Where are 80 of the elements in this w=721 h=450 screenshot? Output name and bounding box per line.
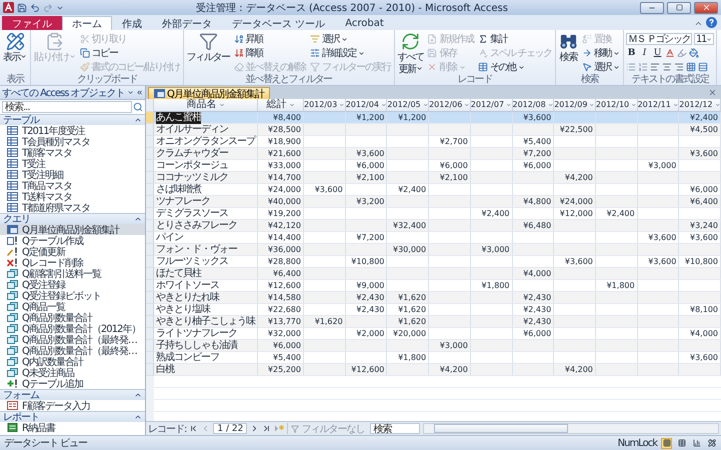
- ribbon-button[interactable]: 移動: [580, 46, 622, 60]
- nav-item[interactable]: Q商品別数量合計（2012年）: [0, 323, 145, 334]
- nav-item[interactable]: Q商品別数量合計: [0, 312, 145, 323]
- group-label: 検索: [580, 74, 600, 85]
- ribbon-tab[interactable]: 外部データ: [152, 16, 222, 30]
- nav-item[interactable]: T受注明細: [0, 169, 145, 180]
- column-header[interactable]: 2012/10: [596, 99, 638, 112]
- nav-item[interactable]: Qテーブル追加: [0, 378, 145, 389]
- column-header[interactable]: 商品名: [154, 99, 258, 112]
- nav-item[interactable]: F顧客データ入力: [0, 400, 145, 411]
- nav-item[interactable]: T商品マスタ: [0, 180, 145, 191]
- window-title: 受注管理 : データベース (Access 2007 - 2010) - Microsoft Access: [195, 2, 509, 14]
- nav-item[interactable]: Q商品一覧: [0, 301, 145, 312]
- numlock-indicator: NumLock: [618, 438, 657, 448]
- column-header[interactable]: 2012/06: [429, 99, 471, 112]
- ribbon-button[interactable]: 表示: [2, 32, 28, 63]
- column-header[interactable]: 2012/12: [679, 99, 721, 112]
- section-header[interactable]: テーブル: [0, 114, 145, 125]
- nav-item[interactable]: Q商品別数量合計（最終発…: [0, 334, 145, 345]
- nav-item[interactable]: Q未受注商品: [0, 367, 145, 378]
- section-header[interactable]: クエリ: [0, 213, 145, 224]
- ribbon-tab[interactable]: 作成: [112, 16, 152, 30]
- column-header[interactable]: 2012/07: [470, 99, 512, 112]
- nav-item[interactable]: T2011年度受注: [0, 125, 145, 136]
- font-style-button[interactable]: U: [652, 47, 664, 59]
- search-field[interactable]: 検索...: [2, 101, 132, 113]
- nav-item[interactable]: Qテーブル作成: [0, 235, 145, 246]
- column-header[interactable]: 2012/05: [387, 99, 430, 112]
- column-header[interactable]: 2012/08: [512, 99, 554, 112]
- ribbon-button[interactable]: 降順: [232, 46, 307, 60]
- nav-item[interactable]: T会員種別マスタ: [0, 136, 145, 147]
- nav-item[interactable]: Q顧客割引送料一覧: [0, 268, 145, 279]
- group-label: クリップボード: [76, 74, 138, 85]
- font-style-button[interactable]: B: [626, 47, 638, 59]
- font-name-field[interactable]: ＭＳ Ｐゴシック: [626, 33, 692, 45]
- nav-item[interactable]: Qレコード削除: [0, 257, 145, 268]
- group-label: テキストの書式設定: [630, 74, 710, 85]
- nav-item[interactable]: T受注: [0, 158, 145, 169]
- nav-item[interactable]: T顧客マスタ: [0, 147, 145, 158]
- font-size-field[interactable]: 11: [694, 33, 714, 45]
- nav-item[interactable]: Q定価更新: [0, 246, 145, 257]
- ribbon-tab[interactable]: ファイル: [2, 16, 62, 30]
- nav-item[interactable]: R納品書: [0, 422, 145, 433]
- ribbon-button[interactable]: コピー: [78, 46, 181, 60]
- group-label: 表示: [6, 74, 26, 85]
- column-header[interactable]: 2012/09: [554, 99, 596, 112]
- section-header[interactable]: フォーム: [0, 389, 145, 400]
- nav-item[interactable]: Q受注登録: [0, 279, 145, 290]
- ribbon-tab[interactable]: データベース ツール: [222, 16, 336, 30]
- document-tab[interactable]: Q月単位商品別金額集計: [148, 87, 270, 99]
- column-header[interactable]: 総計: [258, 99, 304, 112]
- ribbon-button[interactable]: 検索: [558, 32, 579, 63]
- column-header[interactable]: 2012/03: [304, 99, 346, 112]
- ribbon-tab[interactable]: ホーム: [62, 16, 112, 30]
- nav-item[interactable]: Q商品別数量合計（最終発…: [0, 345, 145, 356]
- ribbon-button[interactable]: 集計: [476, 32, 553, 46]
- record-position-field[interactable]: 1 / 22: [213, 423, 248, 434]
- group-label: 並べ替えとフィルター: [244, 74, 334, 85]
- nav-item[interactable]: T送料マスタ: [0, 191, 145, 202]
- column-header[interactable]: 2012/04: [346, 99, 388, 112]
- nav-item[interactable]: Q月単位商品別金額集計: [0, 224, 145, 235]
- font-style-button[interactable]: I: [639, 47, 650, 59]
- ribbon-button[interactable]: フィルター: [186, 32, 231, 63]
- ribbon-button[interactable]: すべて 更新: [396, 32, 424, 75]
- group-label: レコード: [456, 74, 493, 85]
- ribbon-button[interactable]: その他: [476, 60, 553, 74]
- ribbon-button[interactable]: 選択: [308, 32, 392, 46]
- record-label: レコード:: [148, 422, 186, 436]
- search-field[interactable]: 検索: [370, 423, 420, 434]
- status-text: データシート ビュー: [4, 437, 88, 450]
- nav-item[interactable]: Q内訳数量合計: [0, 356, 145, 367]
- ribbon-tab[interactable]: Acrobat: [335, 16, 394, 30]
- section-header[interactable]: レポート: [0, 411, 145, 422]
- nav-pane-title: すべての Access オブジェクト: [2, 86, 125, 100]
- ribbon-button[interactable]: 昇順: [232, 32, 307, 46]
- nav-item[interactable]: T都道府県マスタ: [0, 202, 145, 213]
- column-header[interactable]: 2012/11: [638, 99, 680, 112]
- nav-item[interactable]: Q受注登録ピボット: [0, 290, 145, 301]
- ribbon-button[interactable]: 選択: [580, 60, 622, 74]
- ribbon-button[interactable]: 詳細設定: [308, 46, 392, 60]
